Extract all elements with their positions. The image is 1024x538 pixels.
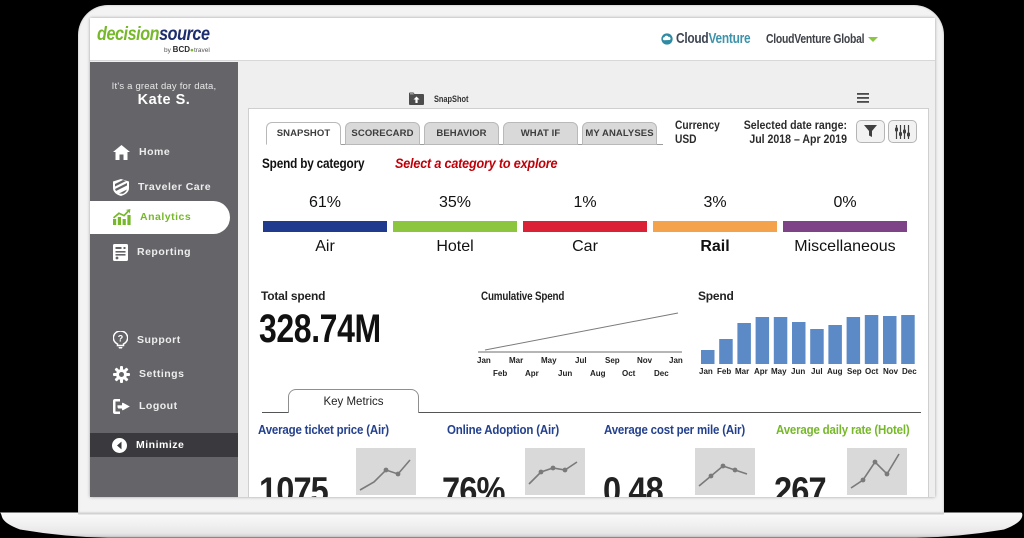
svg-text:?: ? [118,334,124,344]
